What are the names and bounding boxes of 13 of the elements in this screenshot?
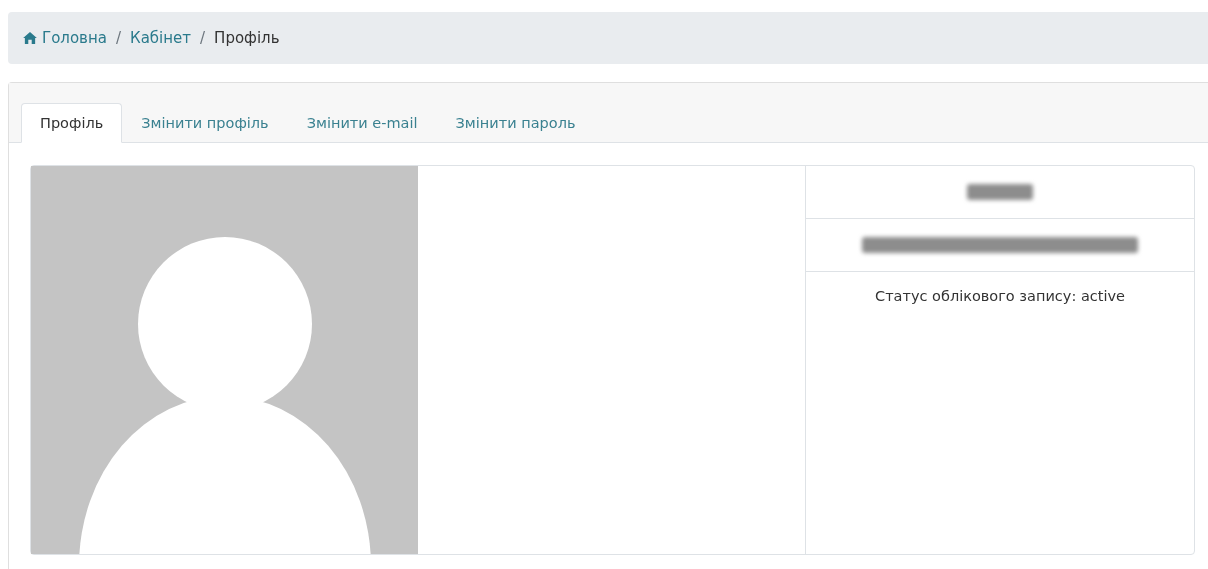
tab[interactable]: Профіль (21, 103, 123, 143)
home-icon (23, 32, 37, 44)
breadcrumb-link[interactable]: Головна (42, 29, 107, 47)
breadcrumb-current: Профіль (214, 29, 280, 47)
breadcrumb-link[interactable]: Кабінет (130, 29, 192, 47)
account-status: Статус облікового запису: active (875, 288, 1125, 304)
avatar-silhouette-icon (31, 166, 418, 554)
redacted-text (967, 184, 1033, 200)
tab[interactable]: Змінити пароль (436, 103, 595, 143)
breadcrumb-separator: / (199, 29, 207, 47)
tab[interactable]: Змінити e-mail (287, 103, 437, 143)
breadcrumb-separator: / (114, 29, 122, 47)
tab[interactable]: Змінити профіль (122, 103, 288, 143)
